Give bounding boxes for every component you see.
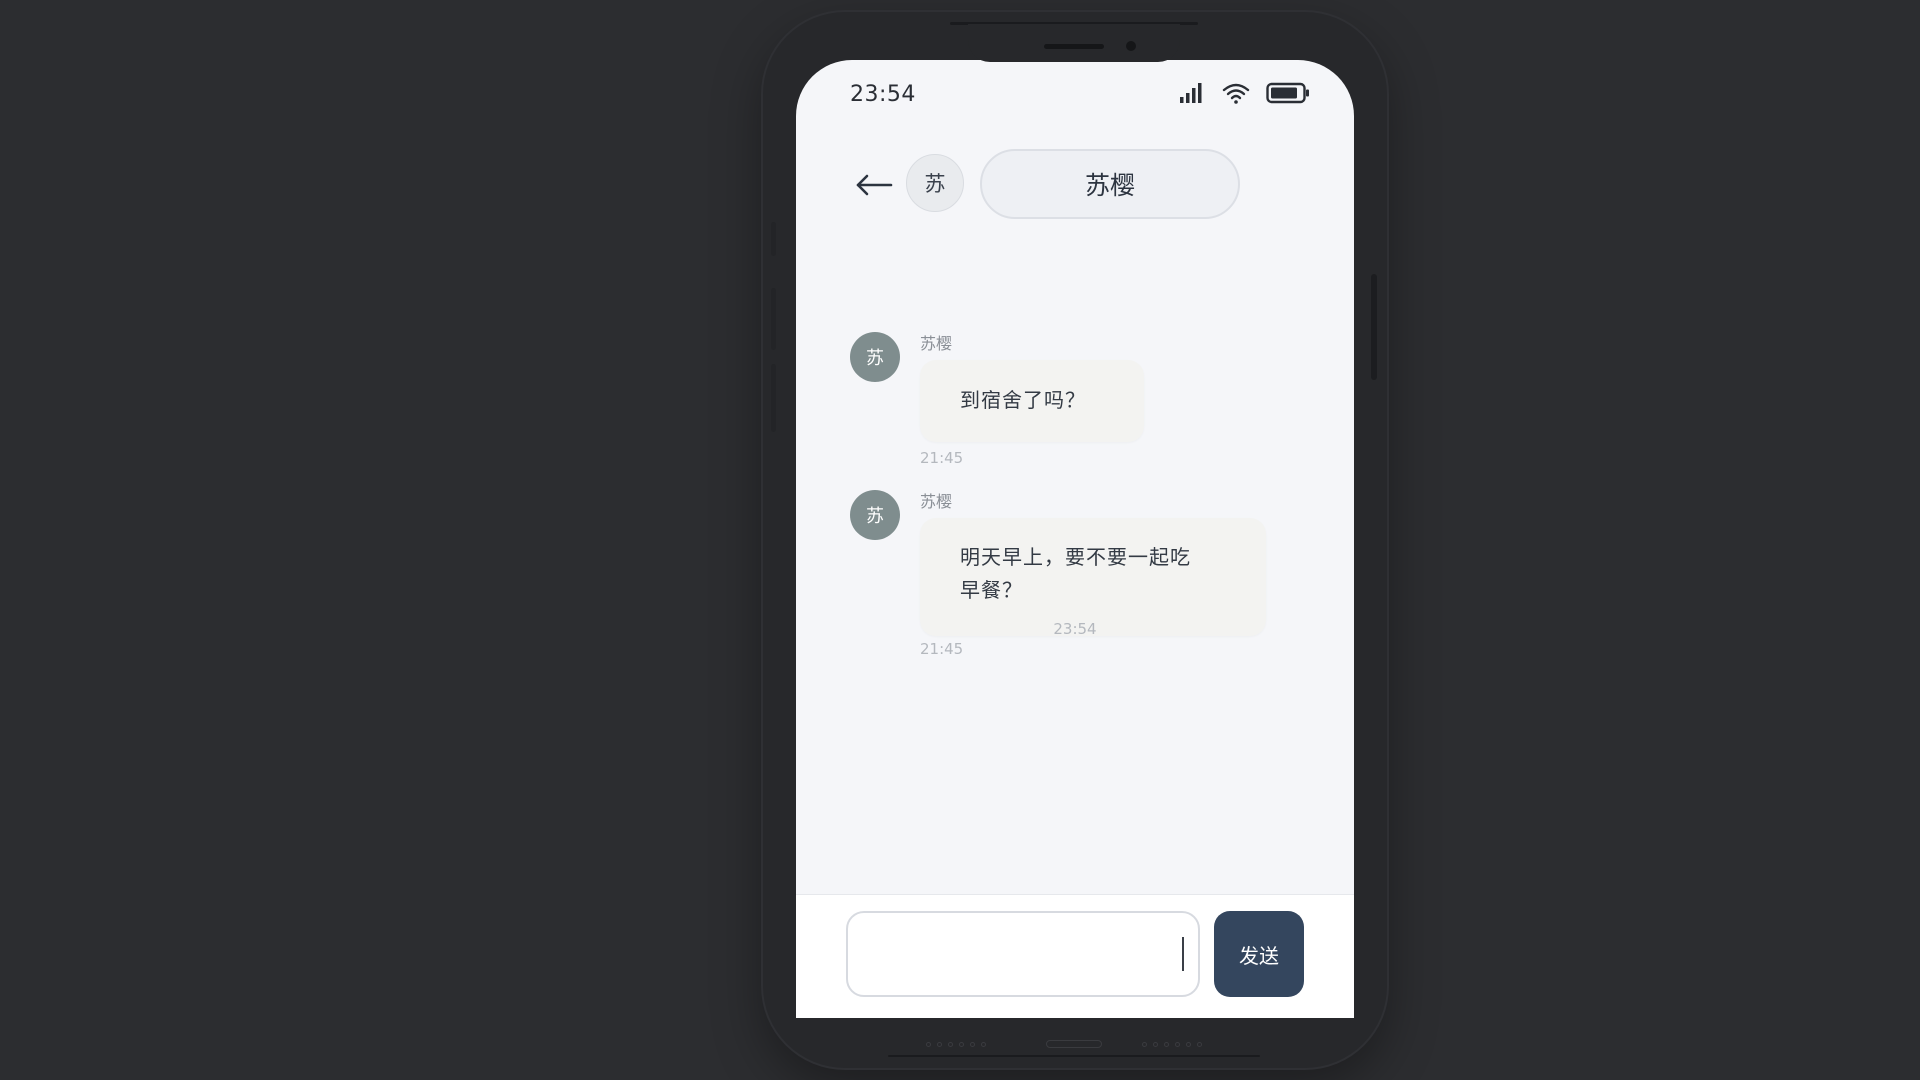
- message-time: 21:45: [920, 640, 964, 658]
- status-icons: [1178, 82, 1310, 104]
- contact-name-pill[interactable]: 苏樱: [980, 149, 1240, 219]
- arrow-left-icon: [856, 174, 893, 196]
- power-button: [1371, 274, 1377, 380]
- message-avatar[interactable]: 苏: [850, 332, 900, 382]
- message-time: 21:45: [920, 449, 964, 467]
- message-text-line: 到宿舍了吗？: [960, 388, 1086, 412]
- phone-notch: [968, 24, 1180, 62]
- contact-avatar[interactable]: 苏: [906, 154, 964, 212]
- bottom-speaker-grille-right: [1142, 1040, 1202, 1048]
- mute-switch: [771, 222, 776, 256]
- back-button[interactable]: [854, 170, 894, 200]
- bottom-speaker-grille-left: [926, 1040, 986, 1048]
- chat-header: 苏 苏樱: [796, 148, 1354, 222]
- message-bubble[interactable]: 到宿舍了吗？: [920, 360, 1144, 442]
- front-camera: [1126, 41, 1136, 51]
- volume-down-button: [771, 364, 776, 432]
- message-sender: 苏樱: [920, 334, 953, 353]
- message-input[interactable]: [846, 911, 1200, 997]
- battery-icon: [1266, 82, 1309, 104]
- desktop-stage: 23:54 苏 苏樱 苏 苏樱 到宿舍了吗？ 21:45 苏 苏樱 明天早上，要…: [0, 0, 1920, 1080]
- send-button[interactable]: 发送: [1214, 911, 1304, 997]
- signal-icon: [1180, 83, 1202, 103]
- message-sender: 苏樱: [920, 492, 953, 511]
- phone-bottom-rail: [888, 1055, 1260, 1057]
- volume-up-button: [771, 288, 776, 350]
- current-time-marker: 23:54: [1053, 620, 1097, 638]
- wifi-icon: [1222, 83, 1250, 104]
- message-text-line: 明天早上，要不要一起吃: [960, 545, 1191, 569]
- charging-port: [1046, 1040, 1102, 1048]
- text-caret: [1182, 937, 1184, 971]
- composer-bar: 发送: [796, 894, 1354, 1018]
- phone-screen: 23:54 苏 苏樱 苏 苏樱 到宿舍了吗？ 21:45 苏 苏樱 明天早上，要…: [796, 60, 1354, 1018]
- status-time: 23:54: [850, 82, 916, 107]
- message-text-line: 早餐？: [960, 578, 1023, 602]
- message-bubble[interactable]: 明天早上，要不要一起吃 早餐？: [920, 518, 1266, 636]
- message-avatar[interactable]: 苏: [850, 490, 900, 540]
- status-bar: 23:54: [796, 60, 1354, 130]
- earpiece-speaker: [1044, 44, 1104, 49]
